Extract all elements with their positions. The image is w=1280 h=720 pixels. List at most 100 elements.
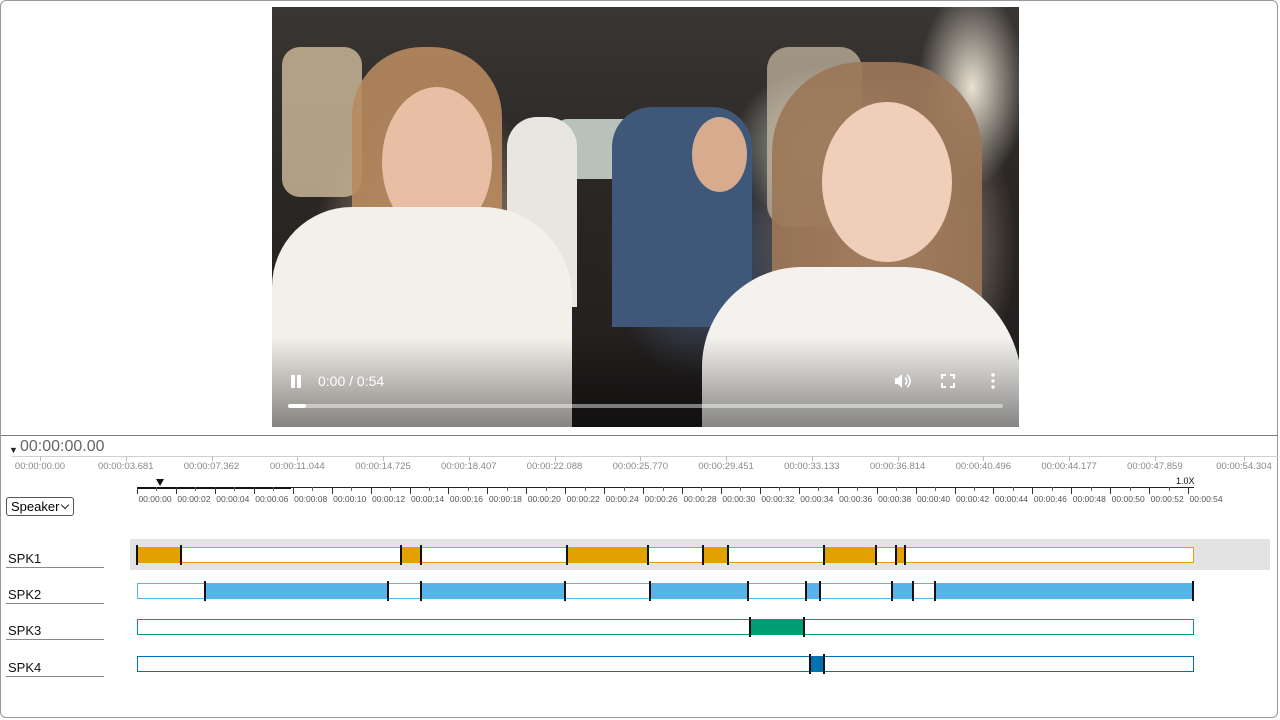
group-by-select[interactable]: Speaker [6, 497, 74, 516]
speech-segment[interactable] [823, 546, 877, 563]
segment-boundary-handle[interactable] [203, 580, 206, 601]
time-scale-tick [137, 487, 138, 494]
time-scale-tick [487, 487, 489, 494]
segment-boundary-handle[interactable] [1192, 580, 1195, 601]
fullscreen-icon[interactable] [941, 374, 955, 388]
segment-boundary-handle[interactable] [386, 580, 389, 601]
speech-segment[interactable] [749, 618, 805, 635]
time-scale-tick [1149, 487, 1151, 494]
speech-segment[interactable] [934, 582, 1194, 599]
time-scale-label: 00:00:22 [566, 494, 600, 504]
speech-segment[interactable] [891, 582, 914, 599]
time-scale-label: 00:00:26 [644, 494, 678, 504]
time-scale-tick [798, 487, 800, 494]
segment-boundary-handle[interactable] [701, 544, 704, 565]
playhead-icon[interactable] [156, 479, 164, 486]
time-scale-tick [1110, 487, 1112, 494]
segment-boundary-handle[interactable] [748, 616, 751, 637]
time-scale-tick [584, 487, 586, 491]
segment-boundary-handle[interactable] [933, 580, 936, 601]
time-scale-tick [214, 487, 216, 494]
time-scale-label: 00:00:32 [761, 494, 795, 504]
segment-boundary-handle[interactable] [894, 544, 897, 565]
segment-boundary-handle[interactable] [400, 544, 403, 565]
time-scale-tick [331, 487, 333, 494]
time-scale-tick [390, 487, 392, 491]
time-scale-tick [896, 487, 898, 491]
segment-boundary-handle[interactable] [727, 544, 730, 565]
time-scale-axis [137, 487, 1194, 488]
time-scale-tick [1090, 487, 1092, 491]
segment-boundary-handle[interactable] [419, 544, 422, 565]
speaker-label-underline [6, 676, 104, 677]
overview-ruler-label: 00:00:14.725 [355, 461, 411, 472]
segment-boundary-handle[interactable] [805, 580, 808, 601]
current-time-display: 00:00:00.00 [20, 438, 105, 455]
segment-boundary-handle[interactable] [808, 653, 811, 674]
video-progress-fill [288, 404, 306, 408]
time-scale-tick [370, 487, 372, 494]
segment-boundary-handle[interactable] [180, 544, 183, 565]
volume-icon[interactable] [894, 373, 912, 389]
video-player[interactable]: 0:00 / 0:54 [272, 7, 1019, 427]
speech-segment[interactable] [806, 582, 820, 599]
speech-segment[interactable] [809, 655, 824, 672]
speech-segment[interactable] [204, 582, 388, 599]
segment-boundary-handle[interactable] [649, 580, 652, 601]
time-scale-label: 00:00:10 [333, 494, 367, 504]
segment-boundary-handle[interactable] [912, 580, 915, 601]
time-scale[interactable]: 00:00:00 00:00:02 00:00:04 00:00:06 00:00:08… [137, 487, 1223, 507]
video-progress-bar[interactable] [288, 404, 1003, 408]
overview-ruler-label: 00:00:18.407 [441, 461, 497, 472]
time-scale-tick [1051, 487, 1053, 491]
segment-boundary-handle[interactable] [904, 544, 907, 565]
time-scale-tick [740, 487, 742, 491]
time-scale-tick [253, 487, 255, 494]
overview-ruler-label: 00:00:00.00 [14, 461, 66, 472]
segment-boundary-handle[interactable] [822, 544, 825, 565]
time-scale-label: 00:00:18 [488, 494, 522, 504]
segment-boundary-handle[interactable] [822, 653, 825, 674]
speaker-track[interactable] [135, 544, 1194, 565]
overview-ruler-label: 00:00:44.177 [1041, 461, 1097, 472]
time-scale-label: 00:00:24 [605, 494, 639, 504]
more-options-icon[interactable] [991, 373, 995, 389]
segment-boundary-handle[interactable] [875, 544, 878, 565]
segment-boundary-handle[interactable] [419, 580, 422, 601]
speaker-label-underline [6, 639, 104, 640]
time-scale-tick [818, 487, 820, 491]
segment-boundary-handle[interactable] [647, 544, 650, 565]
time-scale-tick [292, 487, 294, 494]
time-scale-label: 00:00:08 [294, 494, 328, 504]
segment-boundary-handle[interactable] [565, 544, 568, 565]
speaker-track[interactable] [137, 616, 1194, 637]
time-scale-label: 00:00:44 [994, 494, 1028, 504]
speaker-track[interactable] [137, 653, 1194, 674]
time-scale-label: 00:00:00 [138, 494, 172, 504]
segment-boundary-handle[interactable] [890, 580, 893, 601]
time-scale-tick [448, 487, 450, 494]
group-by-select-value: Speaker [11, 499, 60, 514]
time-scale-label: 00:00:20 [527, 494, 561, 504]
speaker-label-underline [6, 567, 104, 568]
overview-ruler[interactable]: 00:00:00.00 00:00:03.681 00:00:07.362 00:00… [12, 456, 1278, 474]
segment-boundary-handle[interactable] [818, 580, 821, 601]
speech-segment[interactable] [650, 582, 748, 599]
speech-segment[interactable] [702, 546, 729, 563]
speech-segment[interactable] [136, 546, 182, 563]
segment-boundary-handle[interactable] [803, 616, 806, 637]
speaker-track[interactable] [137, 580, 1195, 601]
speech-segment[interactable] [401, 546, 421, 563]
time-scale-tick [643, 487, 645, 494]
pause-icon[interactable] [290, 375, 302, 389]
overview-ruler-label: 00:00:22.088 [526, 461, 583, 472]
segment-boundary-handle[interactable] [746, 580, 749, 601]
time-scale-tick [467, 487, 469, 491]
time-scale-tick [973, 487, 975, 491]
speech-segment[interactable] [566, 546, 649, 563]
segment-boundary-handle[interactable] [563, 580, 566, 601]
time-scale-tick [526, 487, 528, 494]
speech-segment[interactable] [420, 582, 565, 599]
segment-boundary-handle[interactable] [135, 544, 138, 565]
time-scale-tick [935, 487, 937, 491]
